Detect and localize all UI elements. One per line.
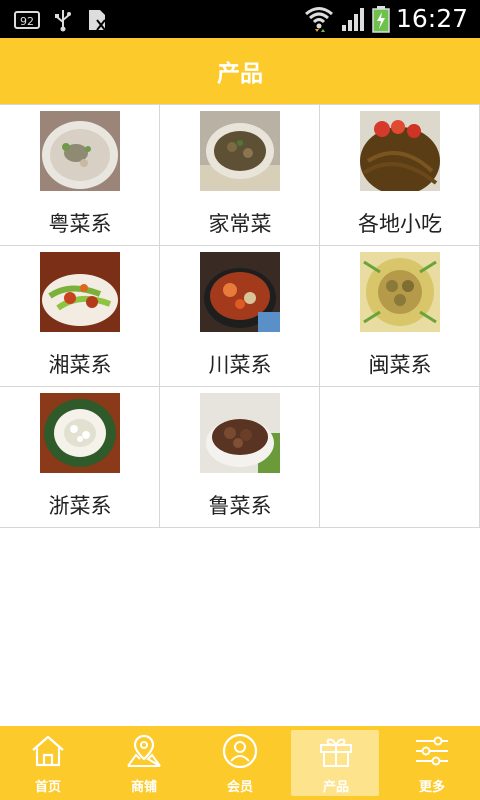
product-item-fujian[interactable]: 闽菜系 xyxy=(320,246,480,387)
tab-label: 更多 xyxy=(418,780,445,795)
status-time: 16:27 xyxy=(395,4,468,33)
product-label: 家常菜 xyxy=(208,212,272,236)
tab-home[interactable]: 首页 xyxy=(0,726,96,800)
home-icon xyxy=(30,733,66,769)
local-snacks-photo xyxy=(360,111,440,191)
product-item-zhejiang[interactable]: 浙菜系 xyxy=(0,387,160,528)
empty-grid-cell xyxy=(320,387,480,528)
map-store-icon xyxy=(126,733,162,769)
battery-charging-icon xyxy=(372,5,390,33)
product-label: 浙菜系 xyxy=(48,494,112,518)
tab-label: 商铺 xyxy=(130,780,157,795)
product-label: 鲁菜系 xyxy=(208,494,272,518)
product-label: 各地小吃 xyxy=(358,212,442,236)
home-style-dish-photo xyxy=(200,111,280,191)
product-item-hunan[interactable]: 湘菜系 xyxy=(0,246,160,387)
wifi-icon xyxy=(304,5,334,33)
settings-sliders-icon xyxy=(414,733,450,769)
tab-stores[interactable]: 商铺 xyxy=(96,726,192,800)
bottom-tab-bar: 首页 商铺 会员 产品 更多 xyxy=(0,726,480,800)
notification-92-icon: 92 xyxy=(14,10,40,30)
tab-label: 会员 xyxy=(226,780,253,795)
product-label: 湘菜系 xyxy=(48,353,112,377)
signal-icon xyxy=(340,6,366,32)
svg-text:92: 92 xyxy=(20,15,34,28)
page-title: 产品 xyxy=(217,61,263,87)
zhejiang-dish-photo xyxy=(40,393,120,473)
status-bar: 92 16:27 xyxy=(0,0,480,38)
cantonese-dish-photo xyxy=(40,111,120,191)
product-label: 闽菜系 xyxy=(368,353,432,377)
title-bar: 产品 xyxy=(0,38,480,104)
product-label: 川菜系 xyxy=(208,353,272,377)
product-grid: 粤菜系 家常菜 各地小吃 湘菜系 川菜系 闽菜系 浙菜系 鲁菜系 xyxy=(0,104,480,528)
product-item-cantonese[interactable]: 粤菜系 xyxy=(0,105,160,246)
hunan-dish-photo xyxy=(40,252,120,332)
product-item-sichuan[interactable]: 川菜系 xyxy=(160,246,320,387)
tab-member[interactable]: 会员 xyxy=(192,726,288,800)
product-item-shandong[interactable]: 鲁菜系 xyxy=(160,387,320,528)
tab-products[interactable]: 产品 xyxy=(288,726,384,800)
fujian-dish-photo xyxy=(360,252,440,332)
product-item-local-snacks[interactable]: 各地小吃 xyxy=(320,105,480,246)
product-item-home-style[interactable]: 家常菜 xyxy=(160,105,320,246)
shandong-dish-photo xyxy=(200,393,280,473)
tab-more[interactable]: 更多 xyxy=(384,726,480,800)
sim-icon xyxy=(86,8,108,32)
tab-label: 产品 xyxy=(322,780,349,795)
product-label: 粤菜系 xyxy=(48,212,112,236)
gift-icon xyxy=(318,733,354,769)
member-icon xyxy=(222,733,258,769)
usb-icon xyxy=(54,8,72,32)
sichuan-dish-photo xyxy=(200,252,280,332)
tab-label: 首页 xyxy=(34,780,61,795)
